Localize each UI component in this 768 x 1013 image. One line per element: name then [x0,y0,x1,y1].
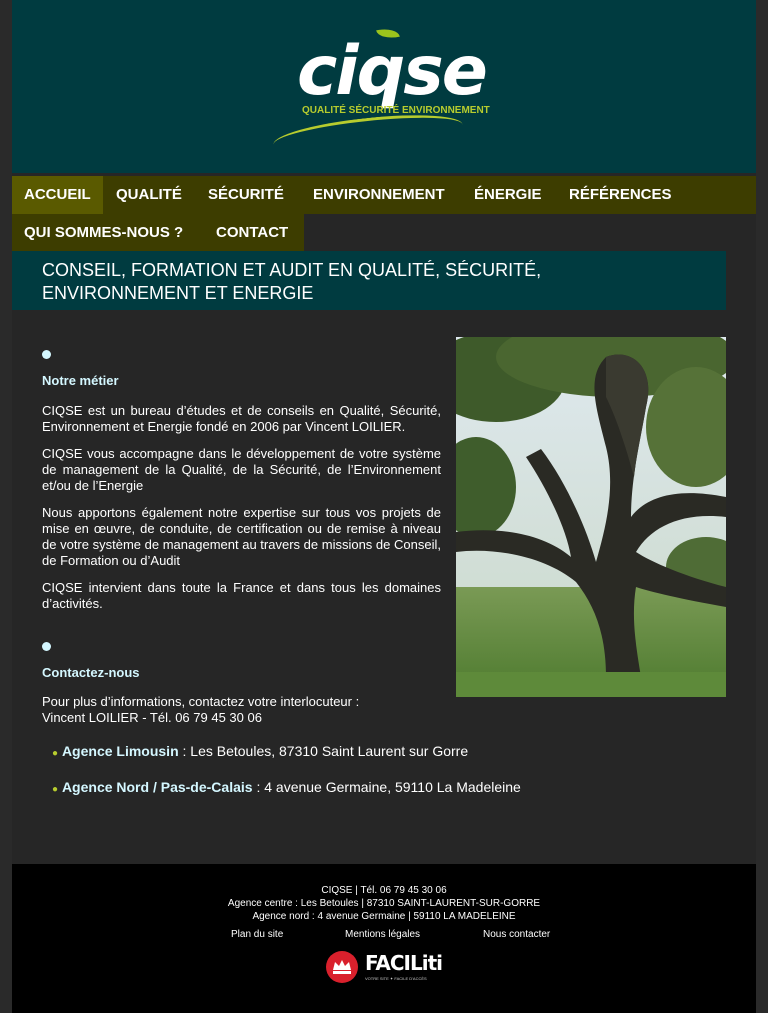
agency-name: Agence Nord / Pas-de-Calais [61,779,253,795]
bullet-icon [42,350,51,359]
bullet-icon: ● [52,784,59,795]
metier-paragraph: CIQSE vous accompagne dans le développem… [42,446,441,493]
section-title-contact: Contactez-nous [42,665,140,680]
nav-row-1: ACCUEIL QUALITÉ SÉCURITÉ ENVIRONNEMENT É… [12,176,756,214]
site-footer: CIQSE | Tél. 06 79 45 30 06 Agence centr… [12,864,756,1013]
tree-photo [456,337,726,697]
agency-address: : 4 avenue Germaine, 59110 La Madeleine [252,779,521,795]
page-title: CONSEIL, FORMATION ET AUDIT EN QUALITÉ, … [42,260,542,303]
agency-item: ● Agence Limousin : Les Betoules, 87310 … [52,743,572,762]
bullet-icon: ● [52,748,59,759]
metier-paragraph: CIQSE est un bureau d’études et de conse… [42,403,441,434]
logo-wordmark: ciqse [297,32,488,111]
nav-item-references[interactable]: RÉFÉRENCES [557,176,684,214]
contact-intro-line: Pour plus d’informations, contactez votr… [42,694,360,709]
nav-item-qualite[interactable]: QUALITÉ [104,176,194,214]
page: ciqse QUALITÉ SÉCURITÉ ENVIRONNEMENT ACC… [12,0,756,1013]
nav-item-contact[interactable]: CONTACT [204,214,300,252]
bullet-icon [42,642,51,651]
main-nav: ACCUEIL QUALITÉ SÉCURITÉ ENVIRONNEMENT É… [12,173,756,252]
nav-item-accueil[interactable]: ACCUEIL [12,176,103,214]
section-title-metier: Notre métier [42,373,119,388]
contact-intro: Pour plus d’informations, contactez votr… [42,694,482,726]
main-content: Notre métier CIQSE est un bureau d’étude… [42,337,521,798]
footer-link-nous-contacter[interactable]: Nous contacter [483,929,550,940]
faciliti-tagline: VOTRE SITE ✦ FACILE D'ACCÈS [365,976,427,981]
logo-swoosh [271,108,465,161]
nav-item-qui-sommes-nous[interactable]: QUI SOMMES-NOUS ? [12,214,195,252]
ciqse-logo[interactable]: ciqse QUALITÉ SÉCURITÉ ENVIRONNEMENT [257,22,517,161]
metier-paragraph: Nous apportons également notre expertise… [42,505,441,568]
nav-item-securite[interactable]: SÉCURITÉ [196,176,296,214]
faciliti-logo-icon [326,951,358,983]
nav-item-energie[interactable]: ÉNERGIE [462,176,554,214]
agency-item: ● Agence Nord / Pas-de-Calais : 4 avenue… [52,779,572,798]
footer-agency-centre: Agence centre : Les Betoules | 87310 SAI… [227,898,541,909]
faciliti-badge[interactable]: FACILiti VOTRE SITE ✦ FACILE D'ACCÈS [325,950,443,986]
footer-agency-nord: Agence nord : 4 avenue Germaine | 59110 … [252,911,516,922]
footer-company-line: CIQSE | Tél. 06 79 45 30 06 [321,885,447,896]
metier-paragraph: CIQSE intervient dans toute la France et… [42,580,441,611]
logo-tagline: QUALITÉ SÉCURITÉ ENVIRONNEMENT [302,105,490,116]
nav-item-environnement[interactable]: ENVIRONNEMENT [301,176,457,214]
footer-link-mentions-legales[interactable]: Mentions légales [345,929,420,940]
site-header: ciqse QUALITÉ SÉCURITÉ ENVIRONNEMENT [12,0,756,173]
footer-link-plan-du-site[interactable]: Plan du site [231,929,283,940]
contact-phone-line: Vincent LOILIER - Tél. 06 79 45 30 06 [42,710,262,725]
faciliti-wordmark: FACILiti [365,951,443,975]
page-banner: CONSEIL, FORMATION ET AUDIT EN QUALITÉ, … [12,251,726,310]
agency-address: : Les Betoules, 87310 Saint Laurent sur … [178,743,469,759]
agency-name: Agence Limousin [61,743,179,759]
nav-row-2: QUI SOMMES-NOUS ? CONTACT [12,214,304,252]
